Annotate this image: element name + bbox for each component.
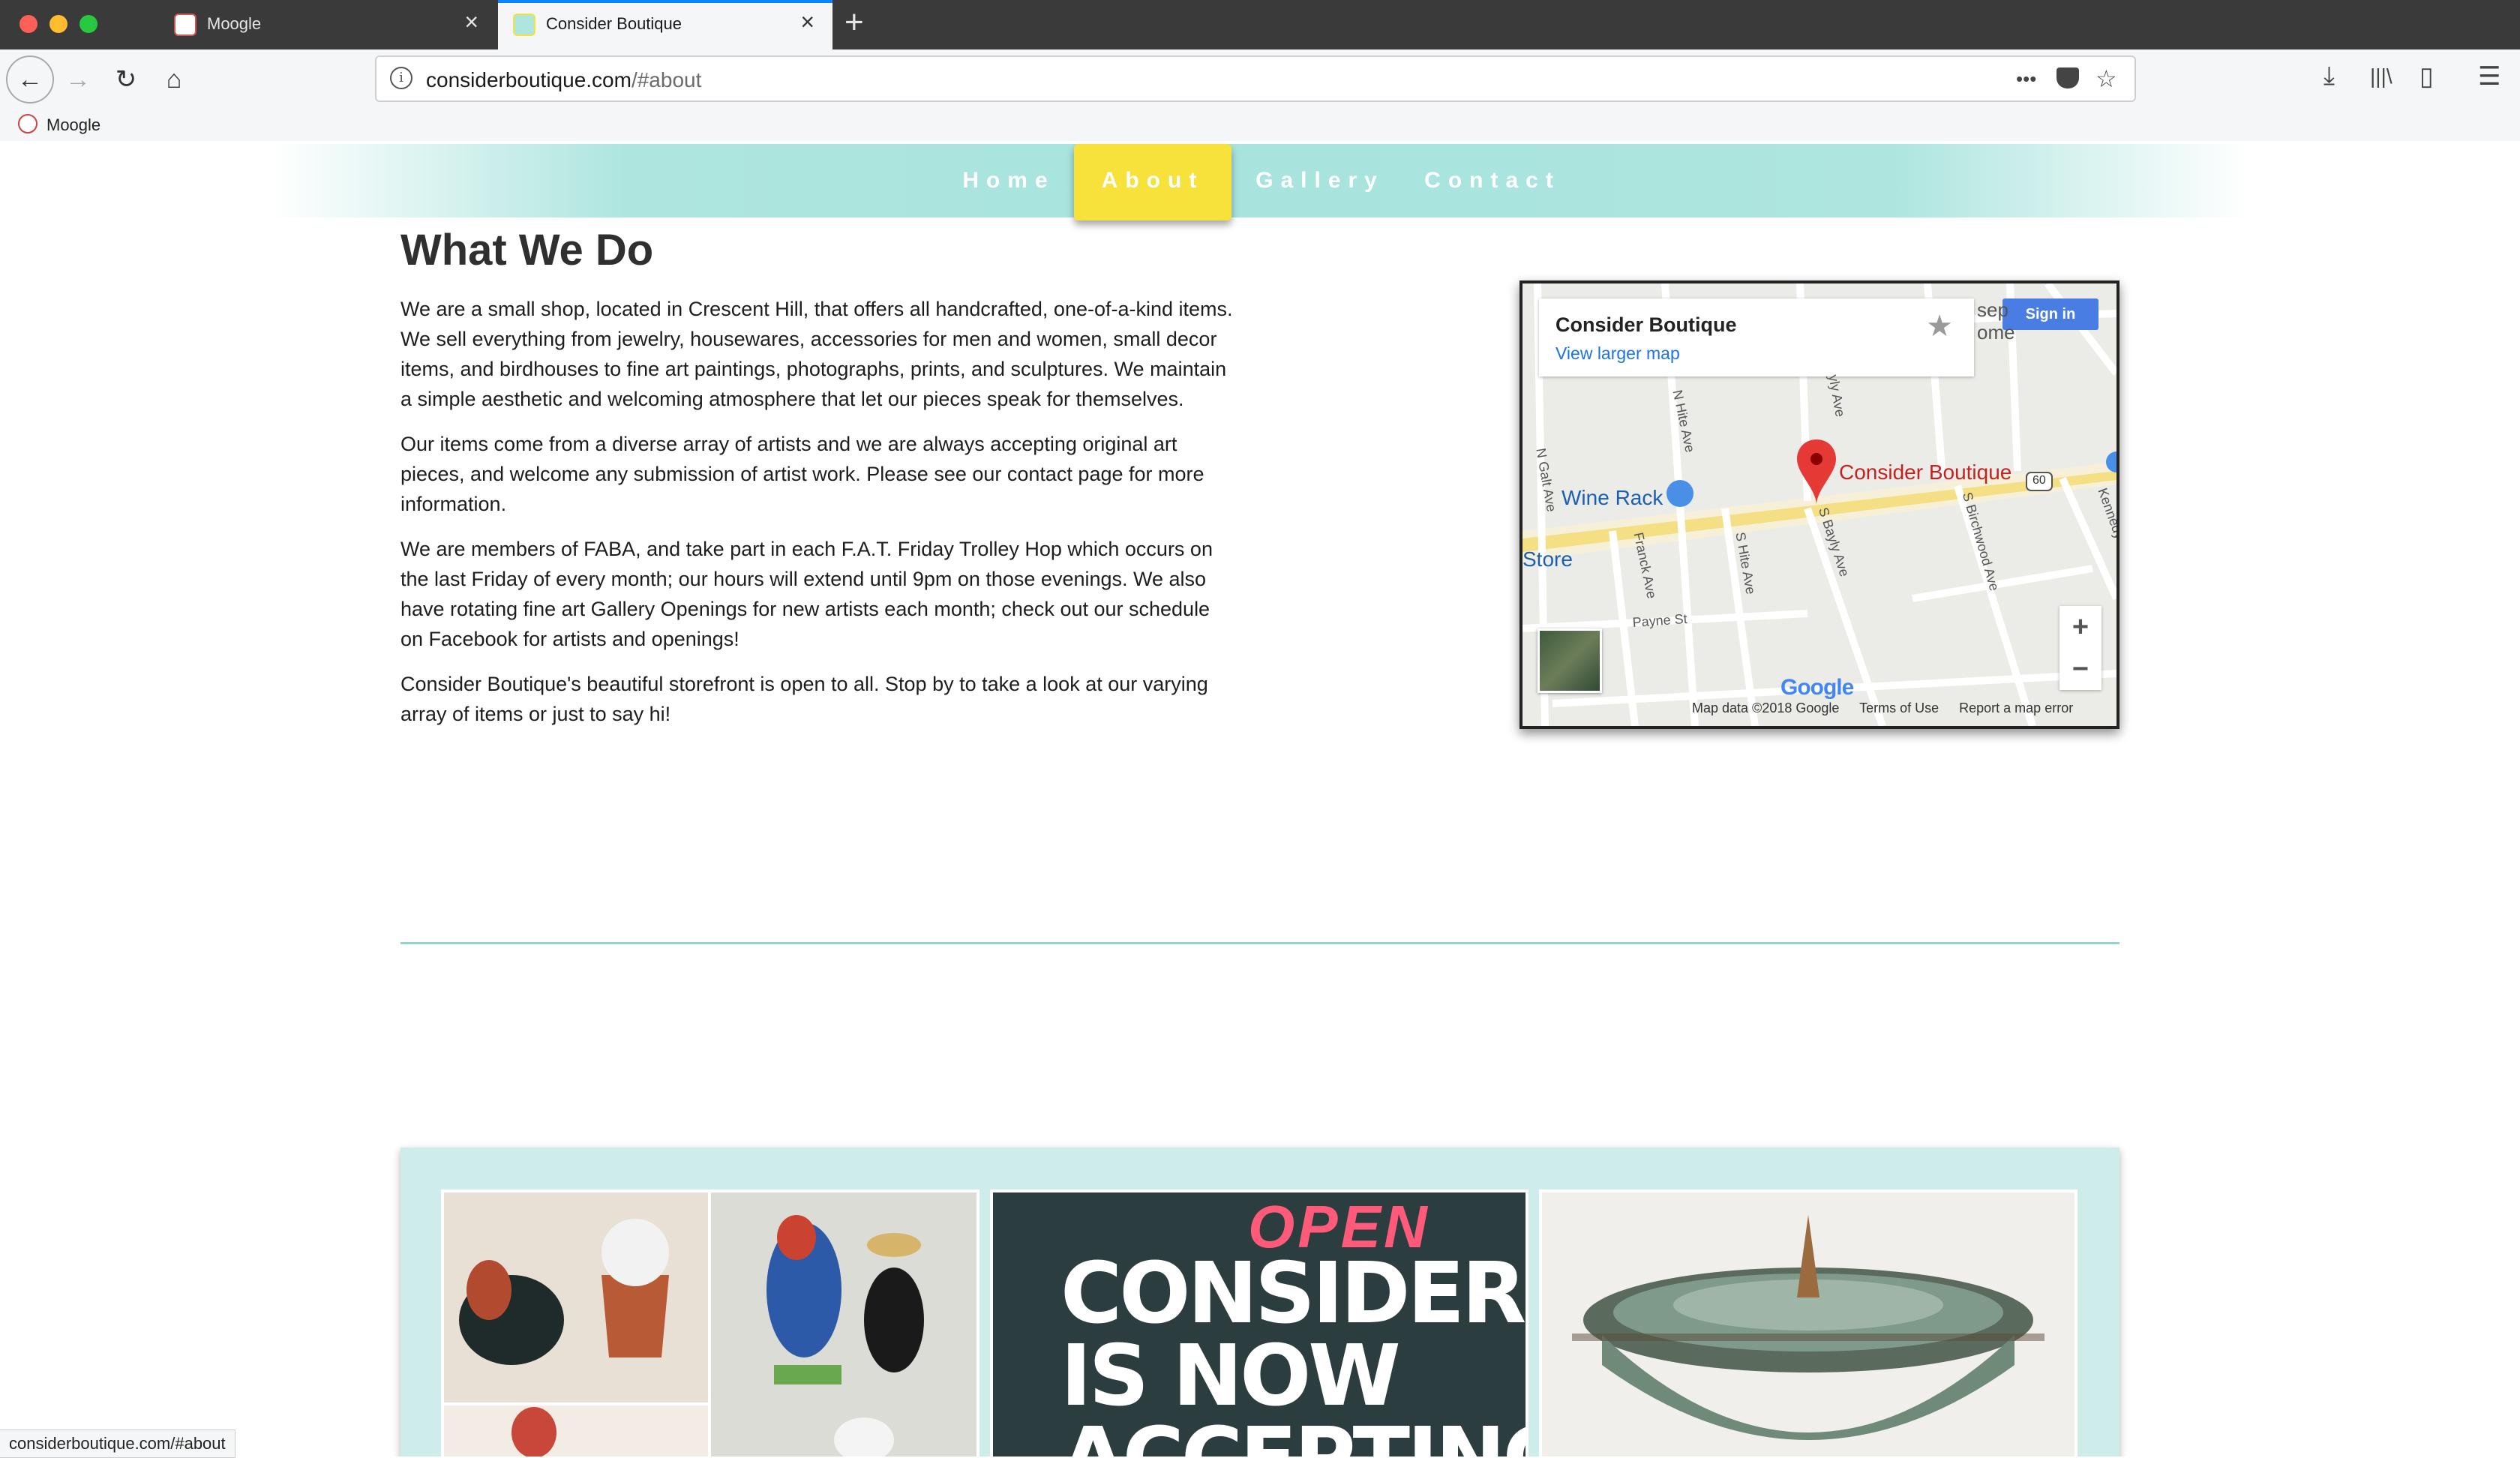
terms-of-use-link[interactable]: Terms of Use xyxy=(1859,700,1939,716)
bookmarks-toolbar: Moogle xyxy=(0,110,2520,142)
about-paragraph: We are a small shop, located in Crescent… xyxy=(400,298,1233,410)
back-arrow-icon: ← xyxy=(17,64,43,94)
about-text: We are a small shop, located in Crescent… xyxy=(400,294,1233,744)
nav-about[interactable]: About xyxy=(1074,144,1232,220)
forward-arrow-icon: → xyxy=(65,64,91,94)
downloads-icon[interactable]: ⤓ xyxy=(2324,62,2335,91)
ceramic-bowl-image xyxy=(1542,1192,2074,1456)
bookmark-star-icon[interactable]: ☆ xyxy=(2096,64,2117,93)
wine-rack-label[interactable]: Wine Rack xyxy=(1562,486,1663,510)
zoom-controls: + − xyxy=(2060,606,2102,690)
zoom-out-button[interactable]: − xyxy=(2060,648,2102,690)
about-paragraph: We are members of FABA, and take part in… xyxy=(400,538,1213,650)
url-text[interactable]: considerboutique.com/#about xyxy=(426,68,701,92)
navigation-toolbar: ← → ↻ ⌂ i considerboutique.com/#about ••… xyxy=(0,50,2520,110)
site-info-icon[interactable]: i xyxy=(390,67,412,89)
close-tab-icon[interactable]: × xyxy=(464,10,478,34)
view-larger-map-link[interactable]: View larger map xyxy=(1556,344,1680,364)
page-content: Home About Gallery Contact What We Do We… xyxy=(0,141,2520,1456)
forward-button[interactable]: → xyxy=(54,56,102,104)
url-path: /#about xyxy=(631,68,702,92)
place-card: Consider Boutique View larger map ★ xyxy=(1539,298,1974,376)
moogle-favicon-icon xyxy=(18,114,38,134)
pin-label[interactable]: Consider Boutique xyxy=(1839,460,2012,484)
about-paragraph: Our items come from a diverse array of a… xyxy=(400,433,1204,515)
about-paragraph: Consider Boutique's beautiful storefront… xyxy=(400,673,1208,725)
place-title: Consider Boutique xyxy=(1556,314,1737,336)
consider-boutique-favicon-icon xyxy=(513,14,536,36)
pocket-icon[interactable] xyxy=(2056,68,2079,88)
sign-text-line: ACCEPTING xyxy=(1060,1410,1526,1456)
moogle-favicon-icon xyxy=(174,14,196,36)
new-tab-icon[interactable]: + xyxy=(844,6,864,39)
store-label[interactable]: Store xyxy=(1522,548,1573,572)
window-minimize-button[interactable] xyxy=(50,15,68,33)
tab-moogle[interactable]: Moogle × xyxy=(159,0,496,50)
save-star-icon[interactable]: ★ xyxy=(1926,309,1953,344)
partial-poi-label: sep ome xyxy=(1977,298,2015,344)
tab-strip: Moogle × Consider Boutique × + xyxy=(0,0,2520,50)
reload-icon: ↻ xyxy=(115,65,137,94)
tab-title: Moogle xyxy=(207,14,262,33)
site-navigation: Home About Gallery Contact xyxy=(270,144,2250,220)
tab-title: Consider Boutique xyxy=(546,14,682,33)
report-map-error-link[interactable]: Report a map error xyxy=(1959,700,2073,716)
page-title: What We Do xyxy=(400,226,654,274)
home-icon: ⌂ xyxy=(166,64,182,94)
route-shield-label: 60 xyxy=(2032,474,2046,487)
menu-icon[interactable]: ☰ xyxy=(2478,62,2500,92)
gallery-photo-sign[interactable]: OPEN CONSIDER IS NOW ACCEPTING xyxy=(990,1190,1528,1456)
gallery-section: OPEN CONSIDER IS NOW ACCEPTING xyxy=(400,1148,2120,1456)
window-close-button[interactable] xyxy=(20,15,38,33)
ceramic-figurines-image xyxy=(444,1192,976,1456)
page-actions-icon[interactable]: ••• xyxy=(2016,68,2036,91)
shopping-poi-icon[interactable] xyxy=(1666,480,1694,507)
close-tab-icon[interactable]: × xyxy=(800,10,814,34)
embedded-map[interactable]: 60 Consider Boutique View larger map ★ S… xyxy=(1520,280,2120,729)
nav-home[interactable]: Home xyxy=(945,144,1072,218)
bookmark-label: Moogle xyxy=(46,116,101,134)
satellite-view-toggle[interactable] xyxy=(1538,628,1602,693)
sidebar-icon[interactable]: ▯ xyxy=(2420,62,2434,92)
url-host: considerboutique.com xyxy=(426,68,632,92)
status-bar: considerboutique.com/#about xyxy=(0,1430,236,1458)
section-divider xyxy=(400,942,2120,944)
address-bar[interactable]: i considerboutique.com/#about ••• ☆ xyxy=(375,56,2136,102)
gallery-photo-collage[interactable] xyxy=(441,1190,980,1456)
home-button[interactable]: ⌂ xyxy=(150,56,198,104)
window-maximize-button[interactable] xyxy=(80,15,98,33)
back-button[interactable]: ← xyxy=(6,56,54,104)
nav-gallery[interactable]: Gallery xyxy=(1245,144,1395,218)
map-data-text: Map data ©2018 Google xyxy=(1692,700,1840,716)
reload-button[interactable]: ↻ xyxy=(102,56,150,104)
gallery-photo-bowl[interactable] xyxy=(1539,1190,2078,1456)
zoom-in-button[interactable]: + xyxy=(2060,606,2102,648)
map-sign-in-button[interactable]: Sign in xyxy=(2002,298,2098,330)
map-attribution: Map data ©2018 Google Terms of Use Repor… xyxy=(1692,700,2090,716)
google-logo: Google xyxy=(1780,675,1854,700)
nav-contact[interactable]: Contact xyxy=(1418,144,1568,218)
library-icon[interactable]: |||\ xyxy=(2370,64,2392,88)
tab-consider-boutique[interactable]: Consider Boutique × xyxy=(498,0,832,50)
